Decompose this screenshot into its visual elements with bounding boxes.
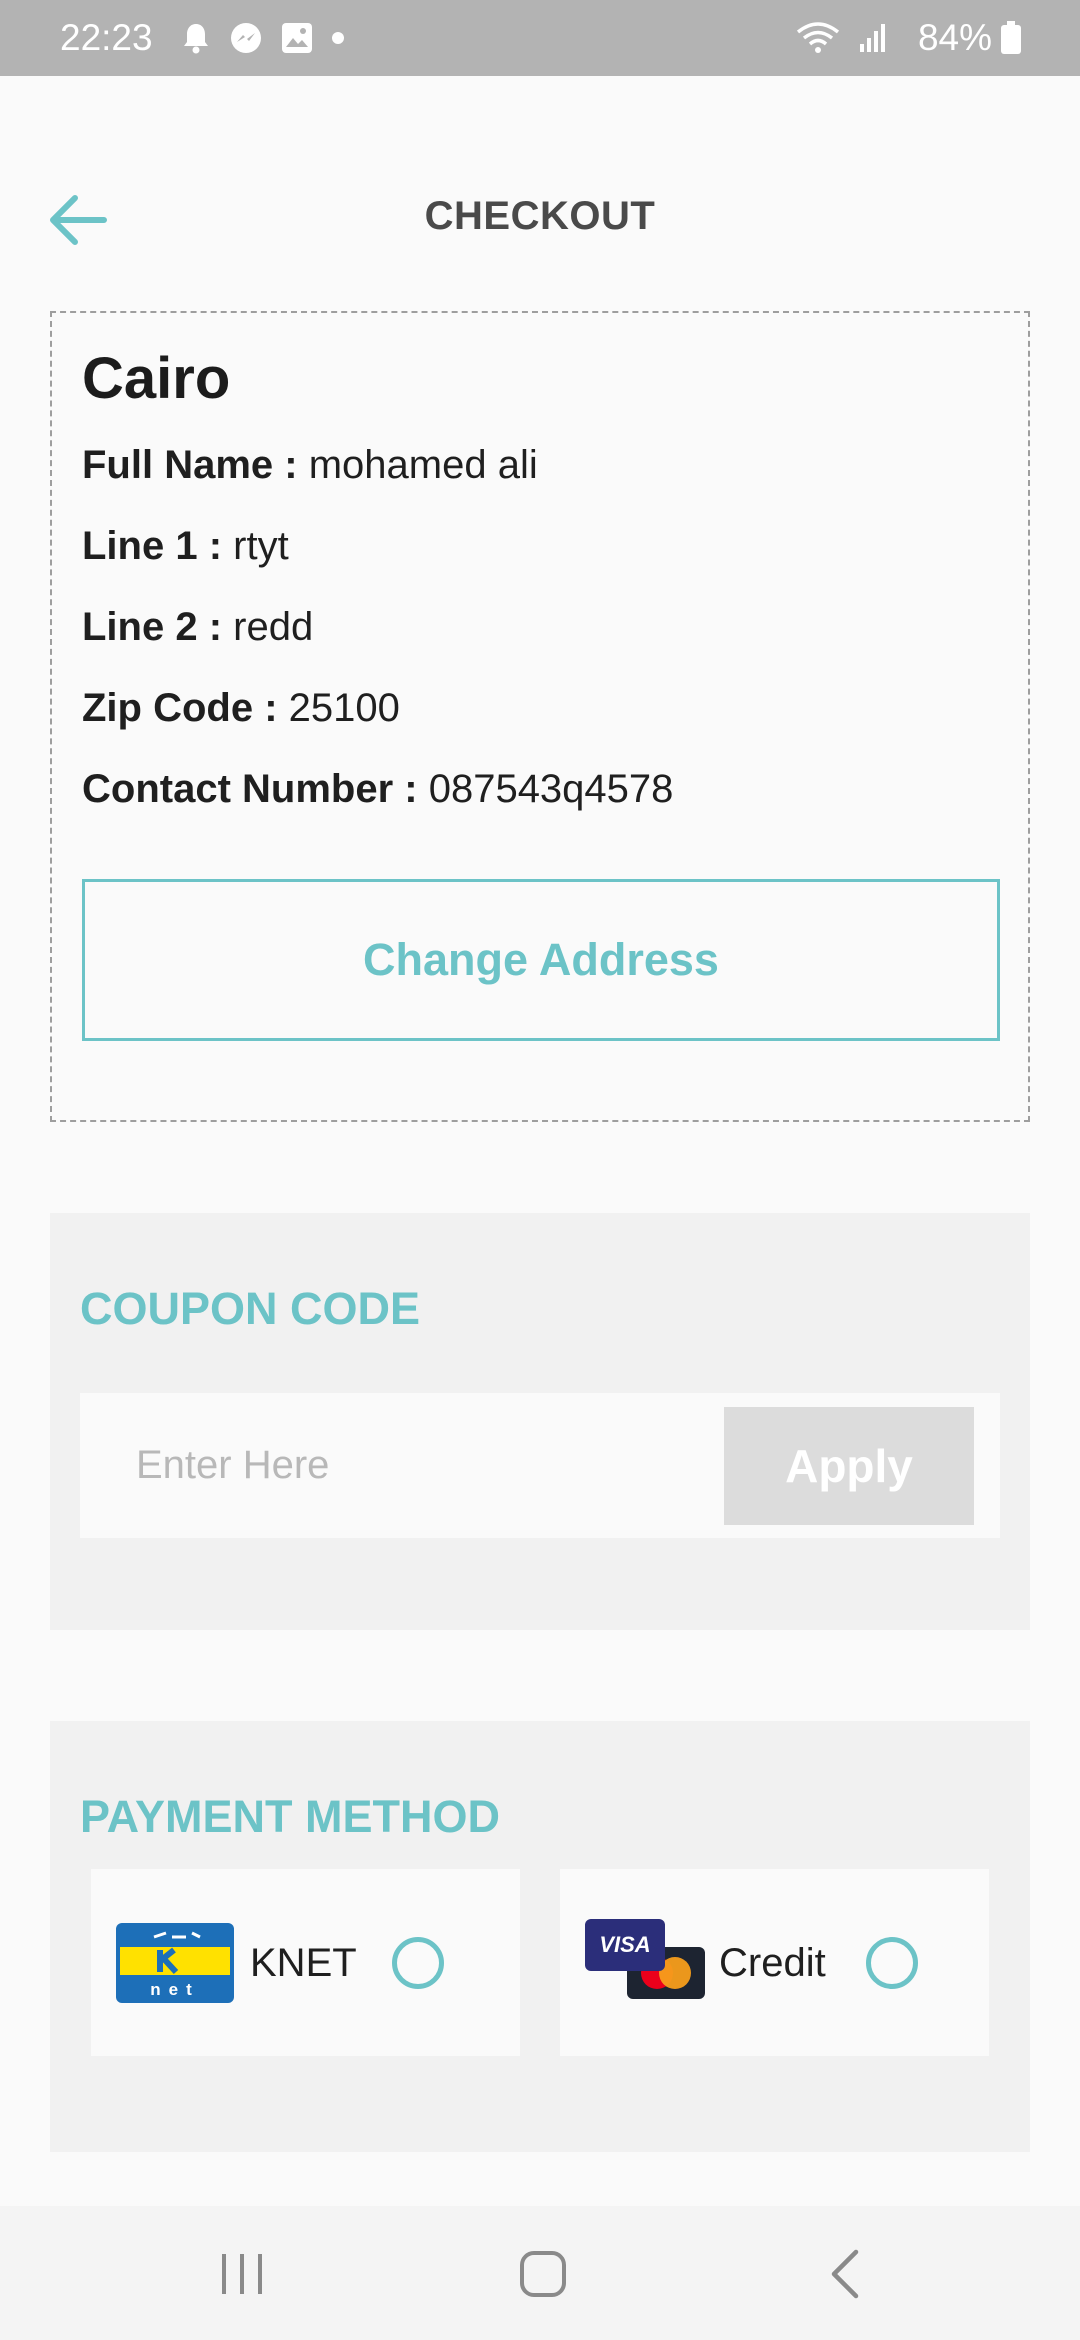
payment-section: PAYMENT METHOD net KNET VISA Credit (50, 1721, 1030, 2152)
back-icon (831, 2249, 859, 2299)
payment-label-knet: KNET (250, 1941, 357, 1985)
field-value: 087543q4578 (428, 767, 674, 811)
line2-row: Line 2 : redd (82, 605, 313, 650)
payment-label-credit: Credit (719, 1941, 826, 1985)
home-icon (520, 2251, 566, 2297)
header: CHECKOUT (0, 150, 1080, 290)
field-label: Contact Number : (82, 767, 418, 811)
field-value: rtyt (233, 524, 289, 568)
radio-knet[interactable] (392, 1937, 444, 1989)
contact-number-row: Contact Number : 087543q4578 (82, 767, 673, 812)
page-title: CHECKOUT (424, 194, 656, 238)
coupon-title: COUPON CODE (80, 1283, 421, 1334)
change-address-button[interactable]: Change Address (82, 879, 1000, 1041)
field-label: Line 2 : (82, 605, 223, 649)
payment-title: PAYMENT METHOD (80, 1791, 501, 1842)
payment-option-knet[interactable]: net KNET (91, 1869, 520, 2056)
field-label: Full Name : (82, 443, 298, 487)
radio-credit[interactable] (866, 1937, 918, 1989)
address-card: Cairo Full Name : mohamed ali Line 1 : r… (50, 311, 1030, 1122)
knet-logo: net (116, 1923, 234, 2008)
field-value: redd (233, 605, 314, 649)
status-time: 22:23 (60, 17, 153, 58)
coupon-section: COUPON CODE Apply (50, 1213, 1030, 1630)
knet-logo-net: net (150, 1980, 200, 1999)
navigation-bar (0, 2206, 1080, 2340)
coupon-input[interactable] (80, 1393, 720, 1538)
battery-icon (1000, 21, 1022, 55)
coupon-box: Apply (80, 1393, 1000, 1538)
zip-code-row: Zip Code : 25100 (82, 686, 400, 731)
wifi-icon (796, 22, 840, 54)
line1-row: Line 1 : rtyt (82, 524, 289, 569)
field-value: 25100 (288, 686, 400, 730)
recent-apps-icon (222, 2254, 262, 2294)
full-name-row: Full Name : mohamed ali (82, 443, 538, 488)
field-value: mohamed ali (308, 443, 538, 487)
status-bar: 22:23 84% (0, 0, 1080, 76)
signal-icon (858, 22, 888, 54)
home-button[interactable] (503, 2242, 583, 2306)
battery-percent: 84% (917, 17, 992, 58)
field-label: Zip Code : (82, 686, 278, 730)
system-back-button[interactable] (806, 2242, 886, 2306)
recent-apps-button[interactable] (202, 2242, 282, 2306)
field-label: Line 1 : (82, 524, 223, 568)
visa-logo-text: VISA (599, 1932, 650, 1957)
address-city: Cairo (82, 346, 231, 411)
apply-button[interactable]: Apply (724, 1407, 974, 1525)
gallery-icon (281, 22, 313, 54)
visa-mastercard-logo: VISA (585, 1919, 707, 2006)
dot-icon (331, 31, 345, 45)
payment-option-credit[interactable]: VISA Credit (560, 1869, 989, 2056)
messenger-icon (229, 21, 263, 55)
bell-icon (181, 22, 211, 54)
